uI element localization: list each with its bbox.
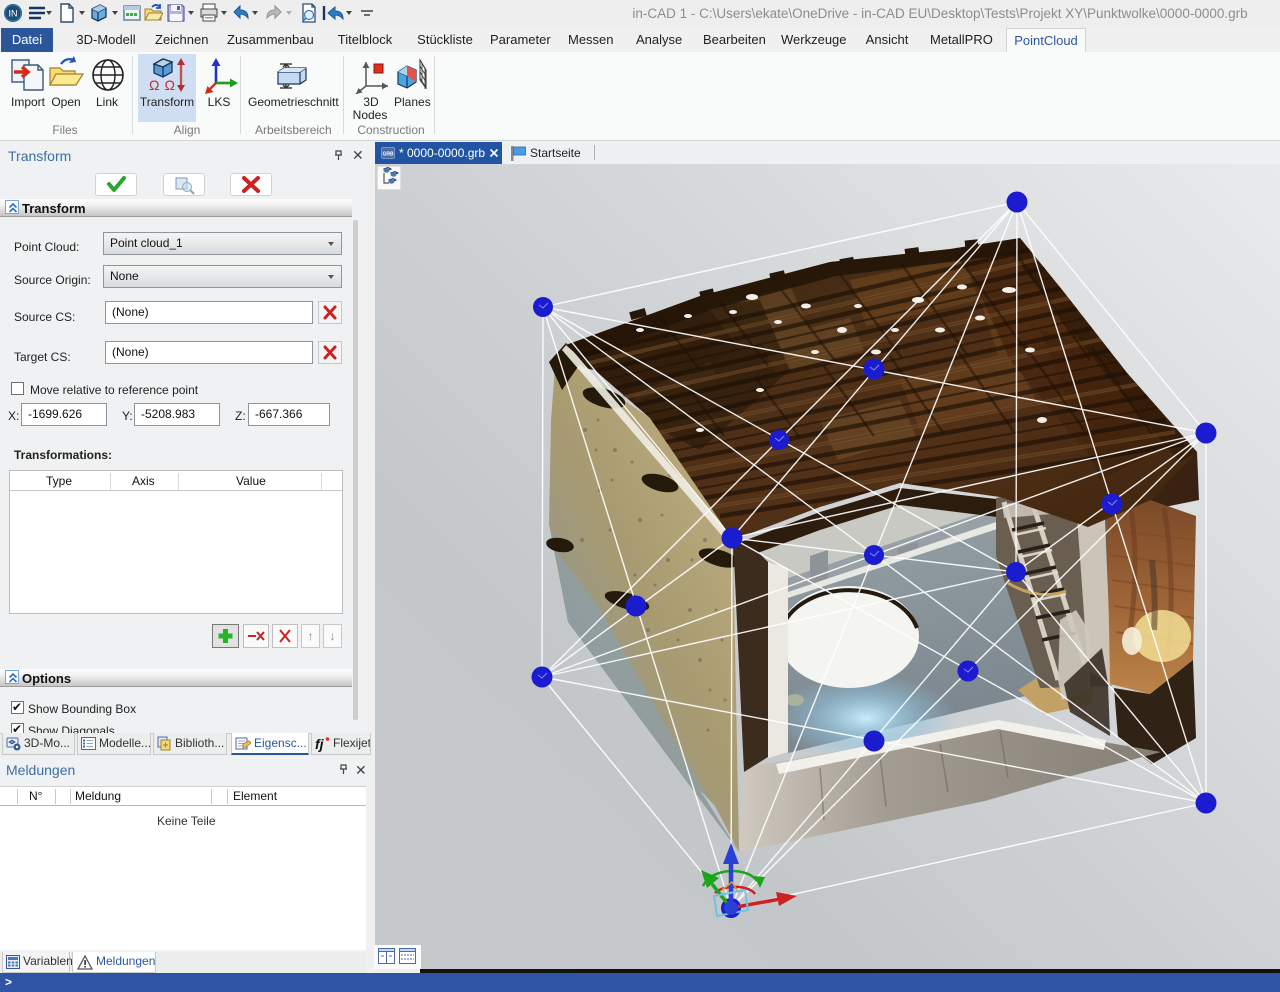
svg-text:Ω: Ω [149, 77, 159, 93]
svg-text:GRB: GRB [382, 152, 394, 158]
svg-text:fj: fj [315, 736, 325, 752]
svg-text:IN: IN [9, 9, 18, 19]
svg-text:Ω: Ω [165, 77, 175, 93]
